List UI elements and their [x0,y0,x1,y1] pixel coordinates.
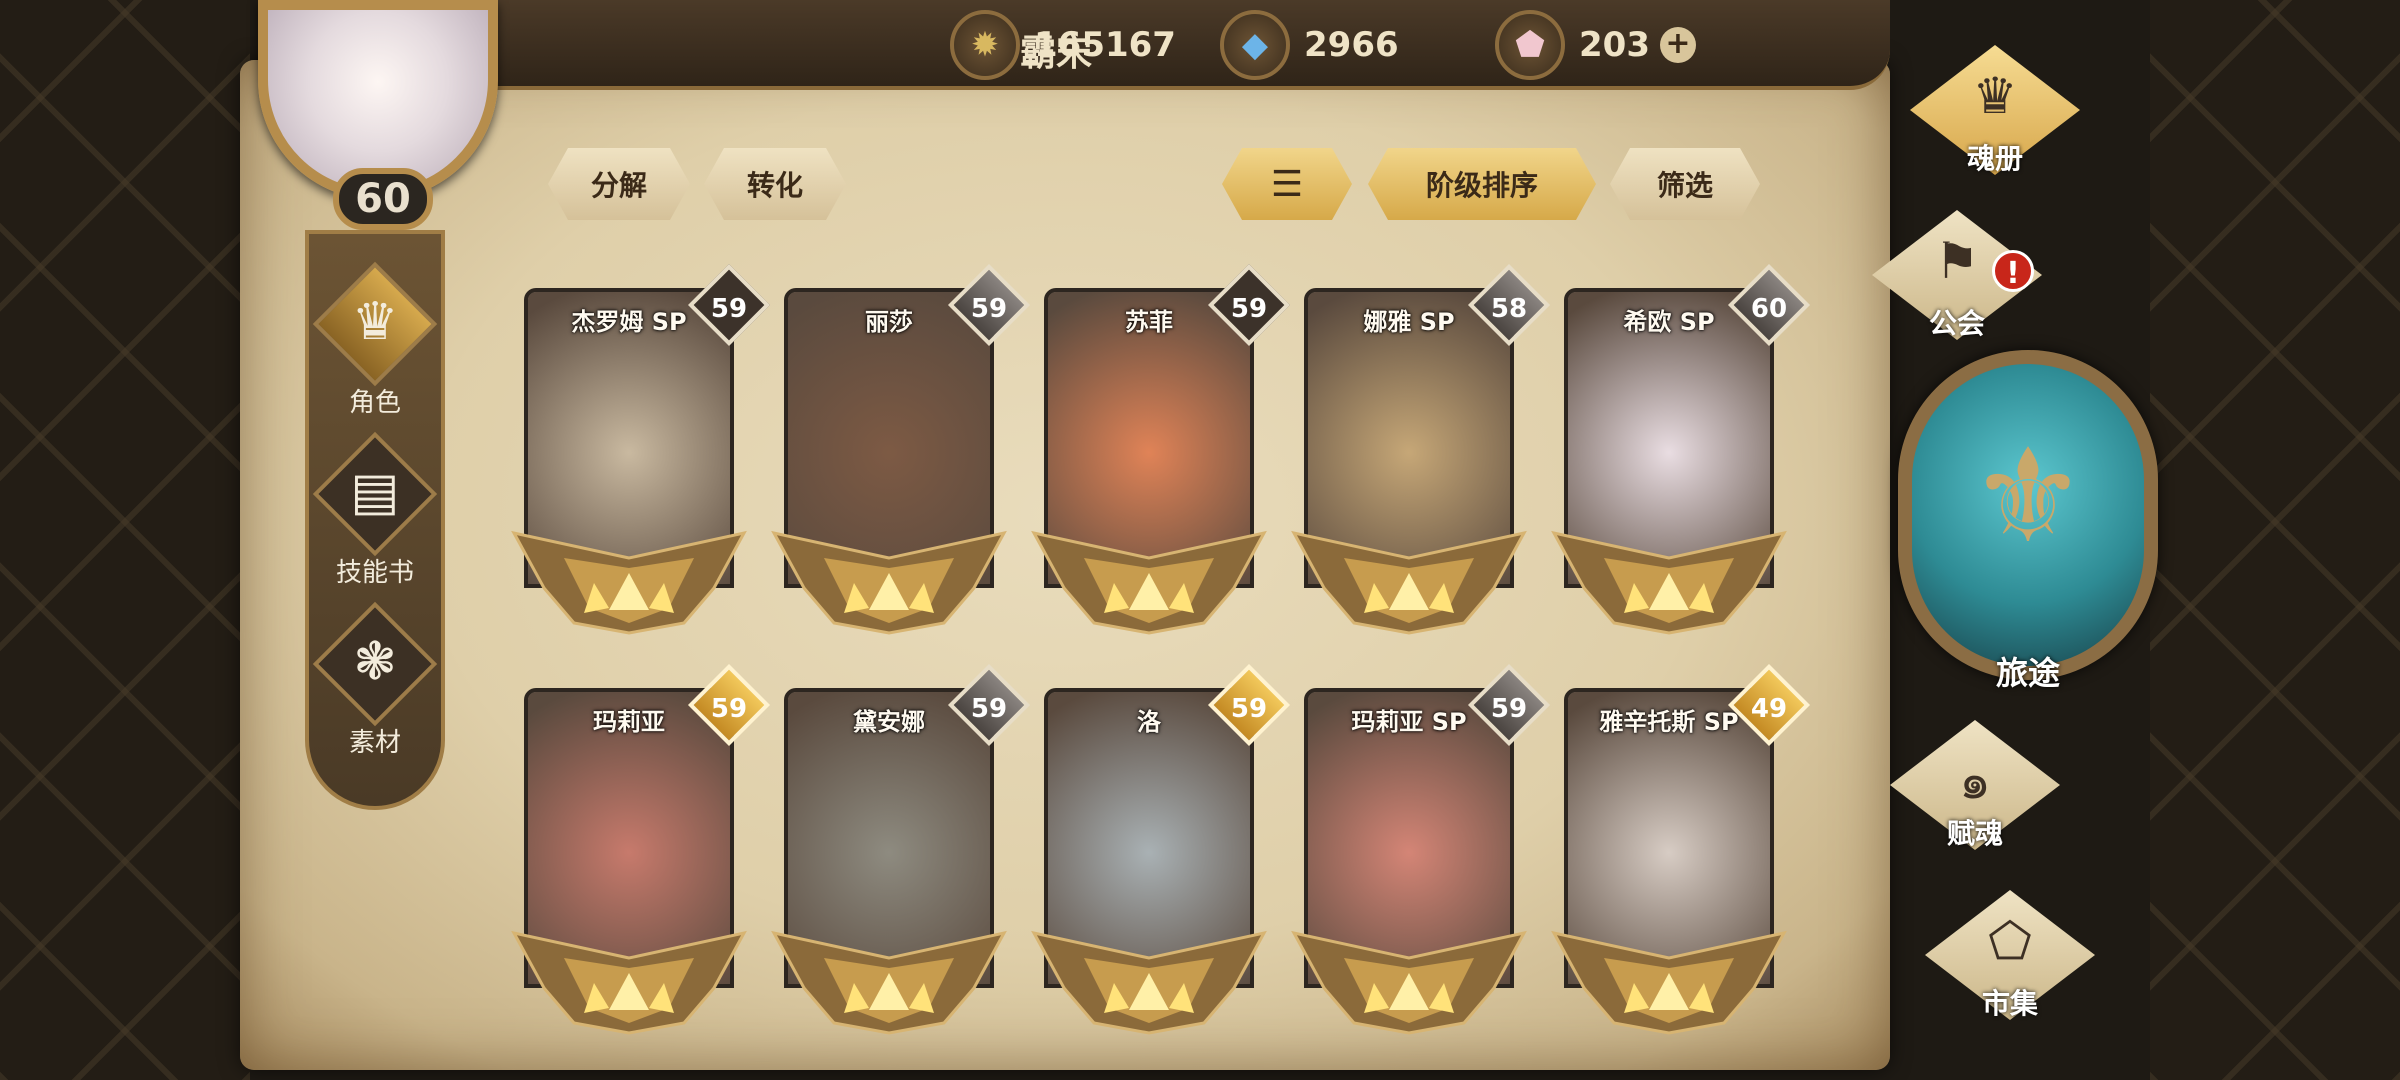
gem-value: 203 [1579,25,1650,65]
gold-value: 165167 [1034,25,1176,65]
rank-wings-emblem [1291,930,1527,1035]
material-icon: ❃ [353,632,397,692]
rank-wings-emblem [1291,530,1527,635]
character-card[interactable]: 希欧 SP 60 [1551,263,1811,648]
add-gem-button[interactable]: + [1659,27,1696,63]
crystal-value: 2966 [1304,25,1399,65]
soul-swirl-icon: ๑ [1959,752,1991,810]
nav-soul-book[interactable]: ♛ 魂册 [1880,45,2110,205]
character-level: 60 [1750,294,1788,324]
nav-item-characters[interactable]: ♛ 角色 [309,261,441,424]
helmet-icon: ♛ [351,292,399,352]
left-wall-decoration [0,0,250,1080]
sort-lines-icon: ☰ [1270,163,1304,205]
gold-coin-icon: ✹ [950,10,1020,80]
sort-order-button[interactable]: ☰ [1222,148,1352,220]
character-card[interactable]: 丽莎 59 [771,263,1031,648]
nav-item-materials[interactable]: ❃ 素材 [309,601,441,764]
character-level: 58 [1490,294,1528,324]
rank-wings-emblem [1551,930,1787,1035]
rank-wings-emblem [771,930,1007,1035]
gem-currency[interactable]: ⬟ 203 + [1495,10,1696,80]
rank-wings-emblem [1551,530,1787,635]
character-level: 59 [1230,694,1268,724]
blue-crystal-icon: ◆ [1220,10,1290,80]
soul-book-icon: ♛ [1972,67,2018,125]
filter-button[interactable]: 筛选 [1610,148,1760,220]
character-level: 59 [710,294,748,324]
rank-wings-emblem [511,930,747,1035]
guild-flag-icon: ⚑ [1934,232,1980,290]
crystal-currency[interactable]: ◆ 2966 [1220,10,1399,80]
player-avatar[interactable]: 60 [246,0,516,230]
rank-wings-emblem [1031,930,1267,1035]
pink-gem-icon: ⬟ [1495,10,1565,80]
character-level: 59 [970,694,1008,724]
character-card[interactable]: 黛安娜 59 [771,663,1031,1048]
character-card[interactable]: 玛莉亚 SP 59 [1291,663,1551,1048]
left-nav: ♛ 角色 ▤ 技能书 ❃ 素材 [305,230,445,810]
rank-wings-emblem [1031,530,1267,635]
character-card[interactable]: 玛莉亚 59 [511,663,771,1048]
player-level-badge: 60 [333,168,433,230]
character-level: 59 [1490,694,1528,724]
convert-button[interactable]: 转化 [704,148,846,220]
sort-by-tier-button[interactable]: 阶级排序 [1368,148,1596,220]
character-card[interactable]: 杰罗姆 SP 59 [511,263,771,648]
journey-emblem-icon: ⚜ [1969,420,2087,572]
character-card[interactable]: 娜雅 SP 58 [1291,263,1551,648]
character-level: 59 [1230,294,1268,324]
nav-guild[interactable]: ⚑ 公会 ! [1842,210,2072,370]
character-level: 49 [1750,694,1788,724]
skill-book-icon: ▤ [350,462,400,522]
character-card[interactable]: 苏菲 59 [1031,263,1291,648]
decompose-button[interactable]: 分解 [548,148,690,220]
market-gem-icon: ⬠ [1988,912,2032,970]
rank-wings-emblem [511,530,747,635]
right-wall-decoration [2150,0,2400,1080]
nav-journey[interactable]: ⚜ 旅途 [1898,350,2168,710]
rank-wings-emblem [771,530,1007,635]
character-card[interactable]: 雅辛托斯 SP 49 [1551,663,1811,1048]
nav-market[interactable]: ⬠ 市集 [1895,890,2125,1050]
gold-currency[interactable]: ✹ 165167 [950,10,1176,80]
top-bar: 霸宋 ✹ 165167 ◆ 2966 ⬟ 203 + [330,0,1890,90]
nav-soul-infuse[interactable]: ๑ 赋魂 [1860,720,2090,880]
nav-item-skill-books[interactable]: ▤ 技能书 [309,431,441,594]
character-level: 59 [970,294,1008,324]
guild-alert-badge: ! [1992,250,2034,292]
character-card[interactable]: 洛 59 [1031,663,1291,1048]
character-level: 59 [710,694,748,724]
